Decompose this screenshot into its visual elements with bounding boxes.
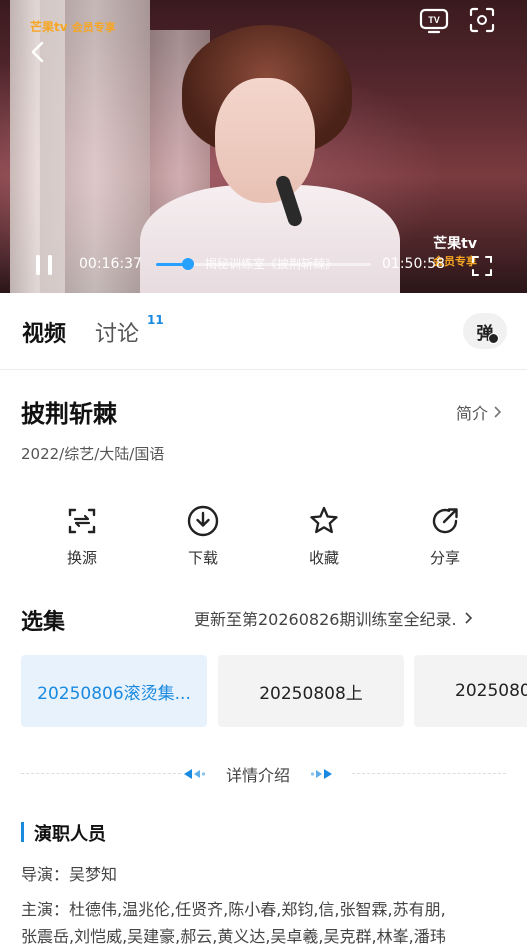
performer-face-front	[215, 78, 315, 203]
channel-logo: 芒果tv 会员专享	[30, 18, 116, 35]
pause-button[interactable]	[32, 253, 56, 281]
fullscreen-icon	[472, 256, 492, 276]
fullscreen-button[interactable]	[470, 254, 494, 282]
switch-source-button[interactable]: 换源	[42, 505, 122, 568]
episode-card[interactable]: 2025080	[414, 655, 527, 727]
current-time: 00:16:37	[79, 256, 142, 272]
favorite-label: 收藏	[308, 549, 339, 567]
cast-heading: 演职人员	[34, 824, 106, 845]
chevron-right-icon	[494, 406, 502, 418]
double-arrow-left-icon	[184, 769, 206, 779]
episode-card[interactable]: 20250808上	[218, 655, 404, 727]
download-label: 下载	[187, 549, 218, 567]
tab-discussion[interactable]: 讨论	[95, 316, 139, 348]
logo-badge: 会员专享	[71, 21, 116, 34]
starring-line: 主演：杜德伟,温兆伦,任贤齐,陈小春,郑钧,信,张智霖,苏有朋,	[21, 900, 446, 919]
screenshot-button[interactable]	[467, 5, 497, 39]
dashed-divider-left	[21, 773, 181, 774]
video-player[interactable]: 芒果tv 会员专享 TV 芒果tv 会员专享 00:16:37 揭秘训练室《披荆…	[0, 0, 527, 293]
show-title: 披荆斩棘	[21, 400, 117, 428]
details-toggle[interactable]: 详情介绍	[182, 762, 334, 786]
episodes-update-link[interactable]: 更新至第20260826期训练室全纪录.	[194, 606, 475, 630]
switch-source-label: 换源	[66, 549, 97, 567]
danmaku-off-icon	[488, 333, 499, 344]
episode-card[interactable]: 20250806滚烫集...	[21, 655, 207, 727]
video-caption: 揭秘训练室《披荆斩棘》	[205, 257, 338, 271]
duration: 01:50:58	[382, 256, 445, 272]
stage-prop	[40, 0, 150, 293]
chevron-right-icon	[464, 612, 472, 624]
svg-text:TV: TV	[428, 15, 440, 25]
starring-line-2: 张震岳,刘恺威,吴建豪,郝云,黄义达,吴卓羲,吴克群,林峯,潘玮	[21, 927, 446, 946]
intro-link[interactable]: 简介	[456, 400, 504, 424]
back-button[interactable]	[28, 40, 48, 68]
watermark-text: 芒果tv	[433, 236, 477, 252]
favorite-button[interactable]: 收藏	[284, 505, 364, 568]
discussion-count-badge: 11	[147, 313, 164, 327]
logo-text: 芒果tv	[30, 20, 68, 34]
danmaku-toggle[interactable]: 弹	[463, 313, 507, 349]
download-icon	[187, 505, 219, 537]
tab-video[interactable]: 视频	[22, 316, 66, 348]
section-marker	[21, 822, 24, 842]
share-button[interactable]: 分享	[405, 505, 485, 568]
star-icon	[310, 506, 338, 534]
share-icon	[432, 508, 458, 534]
tv-cast-icon: TV	[419, 8, 449, 34]
download-button[interactable]: 下载	[163, 505, 243, 568]
details-label: 详情介绍	[226, 766, 291, 785]
tv-cast-button[interactable]: TV	[418, 6, 450, 38]
pause-icon	[36, 255, 52, 275]
switch-source-icon	[68, 508, 96, 534]
episodes-heading: 选集	[21, 610, 66, 635]
show-meta: 2022/综艺/大陆/国语	[21, 445, 165, 463]
intro-label: 简介	[456, 404, 489, 423]
director-line: 导演：吴梦知	[21, 865, 118, 884]
tab-divider	[0, 369, 527, 370]
screen-capture-icon	[469, 7, 495, 33]
double-arrow-right-icon	[310, 769, 333, 779]
episodes-update-text: 更新至第20260826期训练室全纪录.	[194, 610, 457, 629]
share-label: 分享	[429, 549, 460, 567]
back-arrow-icon	[31, 41, 44, 63]
dashed-divider-right	[352, 773, 506, 774]
